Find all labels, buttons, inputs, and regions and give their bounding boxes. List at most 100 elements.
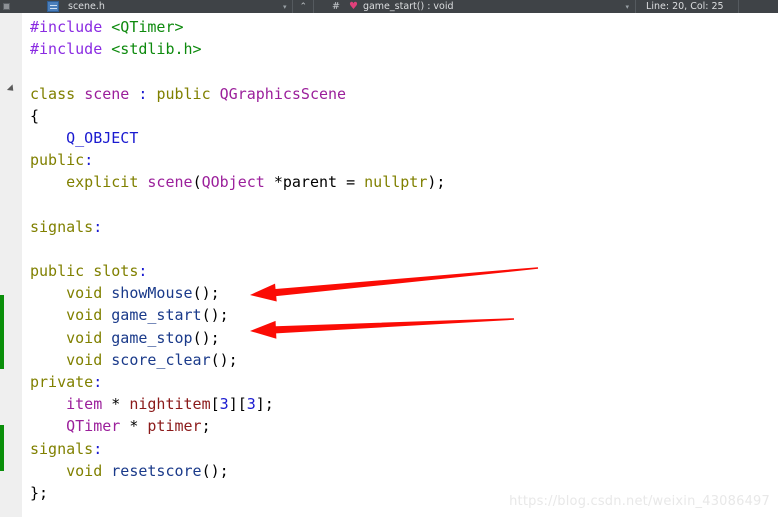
code-token: signals — [30, 217, 94, 236]
code-token: public — [156, 84, 211, 103]
code-token: * — [120, 417, 148, 436]
code-token: void — [66, 461, 103, 480]
code-token: 3 — [219, 395, 229, 414]
code-token: (); — [192, 284, 220, 303]
watermark-text: https://blog.csdn.net/weixin_43086497 — [509, 494, 770, 509]
code-token: class — [30, 84, 76, 103]
code-line[interactable]: Q_OBJECT — [22, 127, 778, 149]
code-line[interactable]: QTimer * ptimer; — [22, 415, 778, 437]
code-token: void — [66, 328, 103, 347]
code-line[interactable]: void game_stop(); — [22, 327, 778, 349]
code-token: ]; — [255, 395, 274, 414]
code-token: scene — [147, 173, 193, 192]
code-line[interactable]: #include <stdlib.h> — [22, 38, 778, 60]
fold-collapse-triangle-icon[interactable] — [6, 84, 17, 94]
slot-symbol-icon: ♥ — [348, 1, 358, 12]
code-token: scene — [84, 84, 130, 103]
code-token: [ — [210, 395, 220, 414]
code-line[interactable]: void score_clear(); — [22, 349, 778, 371]
file-dropdown-caret-icon[interactable]: ▾ — [283, 3, 287, 11]
code-token: showMouse — [111, 284, 193, 303]
code-token: #include — [30, 18, 103, 36]
toolbar-separator-3 — [635, 0, 637, 13]
split-editor-button[interactable] — [0, 0, 13, 13]
code-token: nightitem — [129, 395, 211, 414]
code-token: ; — [201, 417, 211, 436]
code-line[interactable]: void resetscore(); — [22, 460, 778, 482]
symbol-dropdown-caret-icon[interactable]: ▾ — [626, 3, 630, 11]
code-line[interactable]: class scene : public QGraphicsScene — [22, 83, 778, 105]
code-token: #include — [30, 40, 103, 59]
code-line[interactable]: void showMouse(); — [22, 282, 778, 304]
collapse-chevron-icon[interactable]: ⌃ — [299, 2, 307, 12]
code-token: }; — [30, 483, 49, 502]
modified-lines-marker — [0, 425, 4, 471]
editor-window: scene.h ▾ ⌃ # ♥ game_start() : void ▾ Li… — [0, 0, 778, 517]
code-line[interactable]: #include <QTimer> — [22, 16, 778, 38]
code-line[interactable] — [22, 194, 778, 216]
code-token: : — [84, 151, 94, 170]
code-token: <stdlib.h> — [111, 40, 202, 59]
editor-gutter[interactable] — [5, 13, 22, 517]
code-token: * — [102, 395, 130, 414]
code-token: ][ — [228, 395, 247, 414]
open-file-name[interactable]: scene.h — [68, 1, 105, 12]
code-line[interactable]: explicit scene(QObject *parent = nullptr… — [22, 171, 778, 193]
code-token: <QTimer> — [111, 18, 184, 36]
code-token: void — [66, 284, 103, 303]
code-token: game_start — [111, 306, 202, 325]
code-token: : — [93, 439, 103, 458]
code-token: *parent = — [264, 173, 365, 192]
code-token: QTimer — [66, 417, 121, 436]
code-line[interactable]: { — [22, 105, 778, 127]
code-token: public — [30, 151, 85, 170]
code-line[interactable]: public slots: — [22, 260, 778, 282]
code-token: { — [30, 106, 40, 125]
code-token: signals — [30, 439, 94, 458]
line-col-indicator[interactable]: Line: 20, Col: 25 — [646, 1, 724, 12]
code-token: ); — [427, 173, 446, 192]
code-line[interactable]: private: — [22, 371, 778, 393]
code-token: explicit — [66, 173, 139, 192]
code-line[interactable]: signals: — [22, 438, 778, 460]
code-token: ( — [192, 173, 202, 192]
editor-toolbar: scene.h ▾ ⌃ # ♥ game_start() : void ▾ Li… — [0, 0, 778, 13]
code-line[interactable]: signals: — [22, 216, 778, 238]
code-line[interactable] — [22, 238, 778, 260]
code-line[interactable]: item * nightitem[3][3]; — [22, 393, 778, 415]
code-token: ptimer — [147, 417, 202, 436]
code-token: 3 — [246, 395, 256, 414]
modified-lines-marker — [0, 295, 4, 369]
code-token: (); — [201, 306, 229, 325]
code-token: (); — [192, 328, 220, 347]
code-line[interactable] — [22, 60, 778, 82]
code-token: : — [93, 373, 103, 391]
code-text-area[interactable]: #include <QTimer> #include <stdlib.h> cla… — [22, 13, 778, 517]
code-token: game_stop — [111, 328, 193, 347]
code-line[interactable]: public: — [22, 149, 778, 171]
code-token: QGraphicsScene — [219, 84, 347, 103]
code-token: public slots — [30, 262, 139, 281]
code-line[interactable]: void game_start(); — [22, 304, 778, 326]
code-token: nullptr — [364, 173, 428, 192]
current-symbol-label[interactable]: game_start() : void — [363, 1, 454, 12]
code-editor[interactable]: #include <QTimer> #include <stdlib.h> cla… — [0, 13, 778, 517]
code-token: void — [66, 350, 103, 369]
code-token: (); — [210, 350, 238, 369]
code-token: Q_OBJECT — [66, 128, 139, 147]
